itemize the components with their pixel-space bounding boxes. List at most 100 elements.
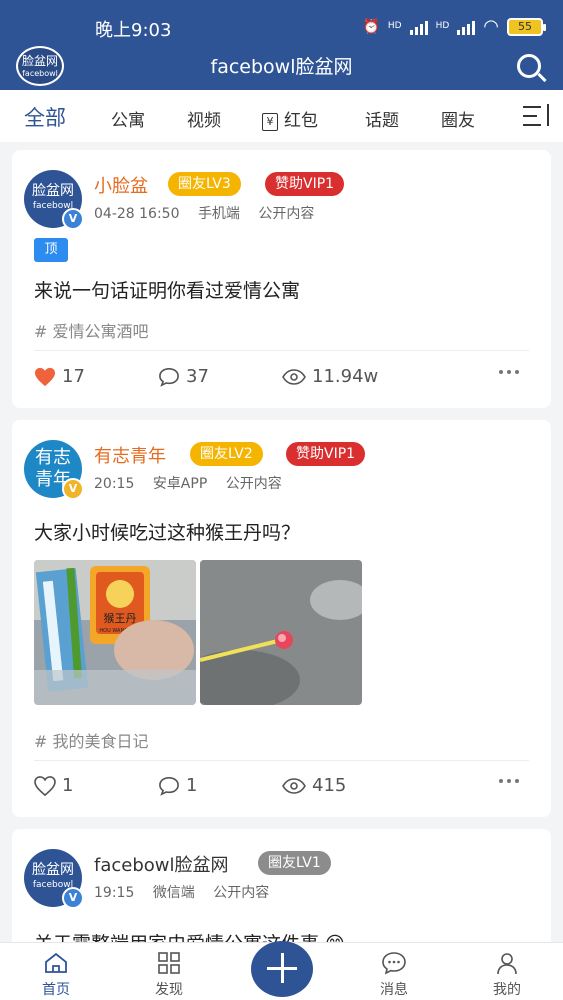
post-title[interactable]: 来说一句话证明你看过爱情公寓 bbox=[34, 276, 300, 303]
post-image-1[interactable]: 猴王丹 HOU WANG DAN bbox=[34, 560, 196, 705]
search-icon[interactable] bbox=[517, 54, 541, 78]
post-meta: 20:15 安卓APP 公开内容 bbox=[94, 473, 296, 493]
nav-profile-label: 我的 bbox=[493, 982, 521, 998]
post-time: 19:15 bbox=[94, 885, 135, 901]
battery-icon: 55 bbox=[507, 17, 546, 36]
post-meta: 04-28 16:50 手机端 公开内容 bbox=[94, 203, 328, 223]
heart-outline-icon bbox=[34, 775, 56, 796]
post-time: 04-28 16:50 bbox=[94, 206, 180, 222]
bottom-nav: 首页 发现 消息 我的 bbox=[0, 941, 563, 1000]
post-visibility: 公开内容 bbox=[225, 476, 282, 492]
message-icon bbox=[364, 951, 424, 975]
level-badge: 圈友LV2 bbox=[190, 442, 263, 466]
level-badge: 圈友LV3 bbox=[168, 172, 241, 196]
post-device: 手机端 bbox=[197, 206, 240, 222]
post-topic[interactable]: # 爱情公寓酒吧 bbox=[34, 318, 149, 342]
avatar[interactable]: 有志 青年 V bbox=[24, 440, 84, 500]
views: 415 bbox=[282, 775, 346, 796]
comment-button[interactable]: 37 bbox=[158, 366, 209, 387]
heart-filled-icon bbox=[34, 367, 56, 387]
nav-profile[interactable]: 我的 bbox=[477, 951, 537, 999]
hd-label: HD bbox=[387, 21, 402, 31]
post-title[interactable]: 大家小时候吃过这种猴王丹吗？ bbox=[34, 518, 300, 545]
verified-icon: V bbox=[62, 887, 84, 909]
tab-video[interactable]: 视频 bbox=[187, 106, 221, 131]
signal-icon-2 bbox=[457, 19, 476, 35]
top-bar: 晚上9:03 ⏰ HD HD ◠ 55 脸盆网 facebowl facebow… bbox=[0, 0, 563, 90]
avatar[interactable]: 脸盆网 facebowl V bbox=[24, 849, 84, 909]
divider bbox=[34, 760, 529, 761]
username[interactable]: 小脸盆 bbox=[94, 172, 148, 198]
comment-count: 37 bbox=[186, 366, 209, 387]
comment-button[interactable]: 1 bbox=[158, 775, 197, 796]
eye-icon bbox=[282, 777, 306, 795]
more-icon[interactable] bbox=[499, 370, 519, 374]
status-icons: ⏰ HD HD ◠ 55 bbox=[362, 16, 546, 37]
post-visibility: 公开内容 bbox=[213, 885, 270, 901]
sort-menu-icon[interactable] bbox=[523, 104, 551, 128]
view-count: 11.94w bbox=[312, 366, 379, 387]
grid-icon bbox=[139, 951, 199, 975]
status-bar: 晚上9:03 ⏰ HD HD ◠ 55 bbox=[0, 0, 563, 48]
post-device: 微信端 bbox=[152, 885, 195, 901]
like-button[interactable]: 1 bbox=[34, 775, 73, 796]
create-post-button[interactable] bbox=[251, 941, 313, 997]
signal-icon bbox=[409, 19, 428, 35]
comment-icon bbox=[158, 776, 180, 796]
status-time: 晚上9:03 bbox=[95, 20, 172, 41]
eye-icon bbox=[282, 368, 306, 386]
post-meta: 19:15 微信端 公开内容 bbox=[94, 882, 283, 902]
nav-discover-label: 发现 bbox=[155, 982, 183, 998]
avatar-text: 脸盆网 bbox=[32, 183, 74, 199]
post-actions: 1 1 415 bbox=[34, 775, 529, 805]
category-tabs: 全部 公寓 视频 ¥ 红包 话题 圈友 bbox=[0, 90, 563, 142]
nav-messages[interactable]: 消息 bbox=[364, 951, 424, 999]
user-icon bbox=[477, 951, 537, 975]
post-device: 安卓APP bbox=[152, 476, 208, 492]
product-label: 猴王丹 bbox=[104, 611, 137, 625]
alarm-icon: ⏰ bbox=[362, 18, 380, 35]
avatar[interactable]: 脸盆网 facebowl V bbox=[24, 170, 84, 230]
post-card[interactable]: 有志 青年 V 有志青年 圈友LV2 赞助VIP1 20:15 安卓APP 公开… bbox=[12, 420, 551, 817]
nav-messages-label: 消息 bbox=[380, 982, 408, 998]
view-count: 415 bbox=[312, 775, 347, 796]
tab-topics[interactable]: 话题 bbox=[365, 106, 399, 131]
tab-redpacket-label: 红包 bbox=[284, 111, 318, 131]
post-image-2[interactable] bbox=[200, 560, 362, 705]
nav-home-label: 首页 bbox=[42, 982, 70, 998]
level-badge: 圈友LV1 bbox=[258, 851, 331, 875]
like-count: 1 bbox=[62, 775, 74, 796]
verified-icon: V bbox=[62, 478, 84, 500]
app-title: facebowl脸盆网 bbox=[210, 56, 353, 78]
nav-discover[interactable]: 发现 bbox=[139, 951, 199, 999]
pinned-badge: 顶 bbox=[34, 238, 68, 262]
username[interactable]: 有志青年 bbox=[94, 442, 166, 468]
wifi-icon: ◠ bbox=[483, 16, 499, 37]
vip-badge: 赞助VIP1 bbox=[286, 442, 366, 466]
post-topic[interactable]: # 我的美食日记 bbox=[34, 728, 149, 752]
tab-apartment[interactable]: 公寓 bbox=[111, 106, 145, 131]
redpacket-icon: ¥ bbox=[262, 113, 278, 131]
like-count: 17 bbox=[62, 366, 85, 387]
divider bbox=[34, 350, 529, 351]
nav-home[interactable]: 首页 bbox=[26, 951, 86, 999]
like-button[interactable]: 17 bbox=[34, 366, 85, 387]
hd-label-2: HD bbox=[435, 21, 450, 31]
username[interactable]: facebowl脸盆网 bbox=[94, 851, 229, 877]
comment-count: 1 bbox=[186, 775, 198, 796]
more-icon[interactable] bbox=[499, 779, 519, 783]
verified-icon: V bbox=[62, 208, 84, 230]
post-card[interactable]: 脸盆网 facebowl V 小脸盆 圈友LV3 赞助VIP1 04-28 16… bbox=[12, 150, 551, 408]
post-visibility: 公开内容 bbox=[258, 206, 315, 222]
views: 11.94w bbox=[282, 366, 378, 387]
tab-redpacket[interactable]: ¥ 红包 bbox=[262, 106, 318, 131]
avatar-text: 有志 bbox=[35, 447, 71, 468]
home-icon bbox=[26, 951, 86, 975]
avatar-text: 脸盆网 bbox=[32, 862, 74, 878]
tab-friends[interactable]: 圈友 bbox=[441, 106, 475, 131]
post-actions: 17 37 11.94w bbox=[34, 366, 529, 396]
tab-all[interactable]: 全部 bbox=[24, 102, 66, 132]
comment-icon bbox=[158, 367, 180, 387]
vip-badge: 赞助VIP1 bbox=[265, 172, 345, 196]
post-time: 20:15 bbox=[94, 476, 135, 492]
